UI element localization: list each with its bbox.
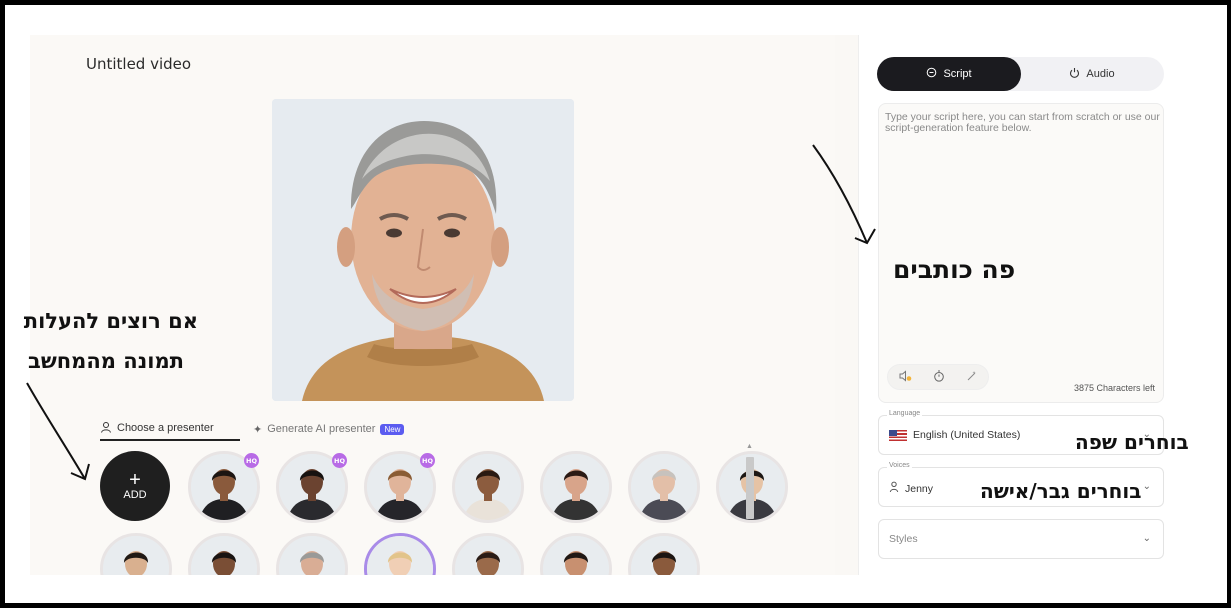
annotation-choose-gender: בוחרים גבר/אישה <box>980 479 1142 503</box>
script-toolbar <box>887 364 989 390</box>
presenter-avatar[interactable] <box>100 533 172 575</box>
script-input[interactable] <box>885 112 1161 172</box>
avatar-portrait <box>455 536 521 575</box>
annotation-upload-line1: אם רוצים להעלות <box>23 309 198 333</box>
tab-choose-presenter[interactable]: Choose a presenter <box>100 417 240 441</box>
voice-value-text: Jenny <box>905 482 934 495</box>
magic-icon[interactable] <box>966 370 978 385</box>
chevron-down-icon: ⌄ <box>1142 481 1151 492</box>
styles-placeholder: Styles <box>889 533 918 545</box>
avatar-portrait <box>543 454 609 520</box>
presenter-avatar[interactable] <box>540 451 612 523</box>
presenter-pane: Untitled video Choose a presenter ✦ Gene… <box>30 35 835 575</box>
tab-audio-label: Audio <box>1086 68 1115 80</box>
presenter-avatar[interactable] <box>540 533 612 575</box>
presenter-avatar[interactable] <box>452 451 524 523</box>
hq-badge: HQ <box>420 453 435 468</box>
annotation-write-here: פה כותבים <box>893 255 1016 284</box>
scroll-up-icon[interactable]: ▲ <box>746 443 753 450</box>
avatar-portrait <box>631 536 697 575</box>
sparkle-icon: ✦ <box>253 423 263 436</box>
avatar-portrait <box>103 536 169 575</box>
presenter-avatar[interactable] <box>452 533 524 575</box>
script-editor: 3875 Characters left <box>878 103 1164 403</box>
presenter-portrait <box>272 99 574 401</box>
add-label: ADD <box>123 489 147 501</box>
avatar-portrait <box>191 536 257 575</box>
presenter-avatar[interactable] <box>628 451 700 523</box>
flag-us-icon <box>889 429 907 441</box>
avatar-portrait <box>279 536 345 575</box>
presenter-avatar[interactable] <box>628 533 700 575</box>
avatar-portrait <box>631 454 697 520</box>
grid-scrollbar[interactable]: ▲ <box>745 443 755 575</box>
characters-left: 3875 Characters left <box>1073 383 1155 393</box>
screenshot-frame: Untitled video Choose a presenter ✦ Gene… <box>0 0 1231 608</box>
hq-badge: HQ <box>244 453 259 468</box>
tab-generate-label: Generate AI presenter <box>267 423 376 435</box>
presenter-avatar[interactable] <box>276 533 348 575</box>
video-title[interactable]: Untitled video <box>86 55 191 73</box>
styles-select[interactable]: Styles ⌄ <box>878 519 1164 559</box>
avatar-portrait <box>543 536 609 575</box>
chevron-down-icon: ⌄ <box>1142 533 1151 544</box>
language-value: English (United States) <box>889 429 1020 441</box>
presenter-preview <box>272 99 574 401</box>
presenter-grid: + ADD HQ HQ HQ <box>98 449 788 575</box>
language-value-text: English (United States) <box>913 429 1021 441</box>
presenter-tabs: Choose a presenter ✦ Generate AI present… <box>90 417 510 443</box>
power-icon <box>1069 67 1080 81</box>
tab-audio[interactable]: Audio <box>1020 57 1164 91</box>
annotation-choose-language: בוחרים שפה <box>1075 430 1189 454</box>
chat-bubble-icon <box>926 67 937 81</box>
plus-icon: + <box>129 469 141 491</box>
user-icon <box>100 421 112 436</box>
presenter-avatar[interactable] <box>188 533 260 575</box>
sound-icon[interactable] <box>899 369 912 385</box>
presenter-avatar[interactable] <box>364 533 436 575</box>
avatar-portrait <box>367 536 433 575</box>
timer-icon[interactable] <box>933 370 945 385</box>
hq-badge: HQ <box>332 453 347 468</box>
voice-value: Jenny <box>889 481 933 496</box>
voices-label: Voices <box>887 462 912 469</box>
tab-script-label: Script <box>943 68 972 80</box>
tab-generate-ai-presenter[interactable]: ✦ Generate AI presenter New <box>253 417 405 441</box>
tab-script[interactable]: Script <box>877 57 1021 91</box>
add-presenter-button[interactable]: + ADD <box>100 451 170 521</box>
new-badge: New <box>380 423 405 435</box>
mode-toggle: Script Audio <box>877 57 1164 91</box>
annotation-upload-line2: תמונה מהמחשב <box>28 349 184 373</box>
scroll-thumb[interactable] <box>746 457 754 519</box>
tab-choose-label: Choose a presenter <box>117 422 214 434</box>
person-icon <box>889 481 899 496</box>
language-label: Language <box>887 410 923 417</box>
avatar-portrait <box>455 454 521 520</box>
